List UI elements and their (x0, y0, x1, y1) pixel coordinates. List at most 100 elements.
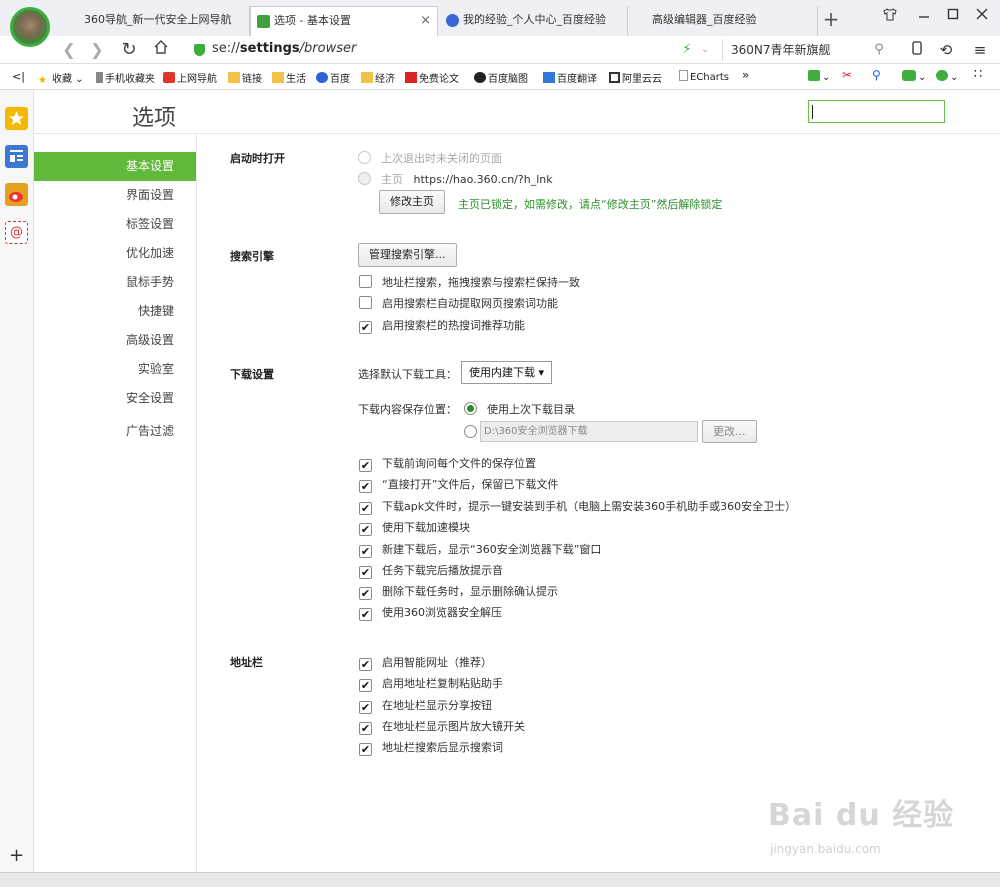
menu-item-advanced[interactable]: 高级设置 (34, 326, 196, 355)
tab-my-experience[interactable]: 我的经验_个人中心_百度经验 (440, 6, 628, 36)
checkbox-checked[interactable]: ✔ (359, 743, 372, 756)
bookmark-echarts[interactable]: ECharts (679, 70, 729, 83)
refresh-icon[interactable]: ↻ (118, 39, 140, 61)
download-tool-select[interactable]: 使用内建下载 ▾ (461, 361, 553, 384)
checkbox-row[interactable]: ✔ 在地址栏显示图片放大镜开关 (359, 718, 525, 735)
checkbox-row[interactable]: ✔ 启用搜索栏的热搜词推荐功能 (359, 317, 525, 334)
gamepad-icon[interactable]: ⌄ (902, 70, 926, 83)
close-icon[interactable]: × (420, 7, 431, 35)
checkbox-checked[interactable]: ✔ (359, 523, 372, 536)
checkbox-row[interactable]: ✔ 删除下载任务时，显示删除确认提示 (359, 583, 558, 600)
checkbox-row[interactable]: ✔ 使用360浏览器安全解压 (359, 604, 502, 621)
back-icon[interactable]: ❮ (58, 39, 80, 61)
options-search-input[interactable] (808, 100, 945, 123)
radio-last-session[interactable] (358, 151, 371, 164)
checkbox-checked[interactable]: ✔ (359, 722, 372, 735)
checkbox-checked[interactable]: ✔ (359, 459, 372, 472)
shirt-skin-icon[interactable] (880, 8, 900, 26)
email-icon[interactable]: @ (5, 221, 28, 244)
minimize-icon[interactable] (914, 8, 934, 26)
scissors-icon[interactable]: ✂ (842, 68, 852, 82)
checkbox-row[interactable]: ✔ 在地址栏显示分享按钮 (359, 697, 492, 714)
menu-item-interface[interactable]: 界面设置 (34, 181, 196, 210)
tab-360-nav[interactable]: 360导航_新一代安全上网导航 (60, 6, 250, 36)
checkbox-checked[interactable]: ✔ (359, 480, 372, 493)
checkbox-checked[interactable]: ✔ (359, 321, 372, 334)
checkbox-row[interactable]: 地址栏搜索，拖拽搜索与搜索栏保持一致 (359, 274, 580, 290)
tab-advanced-editor[interactable]: 高级编辑器_百度经验 (630, 6, 818, 36)
more-bookmarks-icon[interactable]: » (742, 68, 749, 82)
bookmark-favorites[interactable]: ★ 收藏 ⌄ (38, 70, 84, 86)
forward-icon[interactable]: ❯ (86, 39, 108, 61)
menu-icon[interactable]: ≡ (969, 39, 991, 61)
checkbox-row[interactable]: ✔ 启用智能网址（推荐） (359, 654, 492, 671)
bookmark-economy[interactable]: 经济 (361, 70, 395, 85)
shield-ext-icon[interactable]: ⌄ (936, 70, 958, 83)
checkbox-checked[interactable]: ✔ (359, 679, 372, 692)
change-dir-button[interactable]: 更改... (702, 420, 757, 443)
change-homepage-button[interactable]: 修改主页 (379, 190, 445, 214)
menu-item-optimize[interactable]: 优化加速 (34, 239, 196, 268)
radio-homepage[interactable] (358, 172, 371, 185)
menu-item-lab[interactable]: 实验室 (34, 355, 196, 384)
weibo-icon[interactable] (5, 183, 28, 206)
menu-item-tabs[interactable]: 标签设置 (34, 210, 196, 239)
translate-ext-icon[interactable]: ⌄ (808, 70, 830, 83)
checkbox-row[interactable]: 启用搜索栏自动提取网页搜索词功能 (359, 295, 558, 311)
menu-item-shortcuts[interactable]: 快捷键 (34, 297, 196, 326)
url-field[interactable]: se://settings/browser (212, 41, 356, 56)
bookmark-mindmap[interactable]: 百度脑图 (474, 70, 528, 85)
checkbox-checked[interactable]: ✔ (359, 608, 372, 621)
sidebar-toggle-icon[interactable]: <| (12, 70, 25, 83)
radio-button[interactable] (464, 425, 477, 438)
maximize-icon[interactable] (943, 8, 963, 26)
bookmark-life[interactable]: 生活 (272, 70, 306, 85)
startup-option-homepage[interactable]: 主页 https://hao.360.cn/?h_lnk (358, 171, 553, 187)
add-sidebar-icon[interactable]: + (9, 845, 24, 866)
bookmark-nav[interactable]: 上网导航 (163, 70, 217, 85)
bookmark-baidu[interactable]: 百度 (316, 70, 350, 85)
search-input[interactable]: 360N7青年新旗舰 (722, 39, 890, 61)
download-path-input[interactable]: D:\360安全浏览器下载 (480, 421, 698, 442)
chevron-down-icon[interactable]: ⌄ (694, 39, 716, 61)
menu-item-security[interactable]: 安全设置 (34, 384, 196, 413)
manage-search-engines-button[interactable]: 管理搜索引擎... (358, 243, 457, 267)
search-icon[interactable]: ⚲ (868, 39, 890, 61)
bookmark-mobile[interactable]: 手机收藏夹 (96, 70, 155, 85)
checkbox[interactable] (359, 275, 372, 288)
checkbox-row[interactable]: ✔ 下载apk文件时，提示一键安装到手机（电脑上需安装360手机助手或360安全卫… (359, 498, 796, 515)
bookmark-translate[interactable]: 百度翻译 (543, 70, 597, 85)
radio-last-dir[interactable] (464, 402, 477, 415)
search-ext-icon[interactable]: ⚲ (872, 68, 881, 82)
apps-grid-icon[interactable]: ∷ (974, 67, 982, 82)
checkbox[interactable] (359, 296, 372, 309)
checkbox-row[interactable]: ✔ 下载前询问每个文件的保存位置 (359, 455, 536, 472)
new-tab-button[interactable]: + (822, 6, 840, 34)
bookmark-aliyun[interactable]: 阿里云云 (609, 70, 662, 85)
checkbox-row[interactable]: ✔ “直接打开”文件后，保留已下载文件 (359, 476, 558, 493)
checkbox-checked[interactable]: ✔ (359, 587, 372, 600)
favorites-star-icon[interactable] (5, 107, 28, 130)
checkbox-checked[interactable]: ✔ (359, 566, 372, 579)
checkbox-row[interactable]: ✔ 使用下载加速模块 (359, 519, 470, 536)
checkbox-row[interactable]: ✔ 任务下载完后播放提示音 (359, 562, 503, 579)
phone-icon[interactable] (906, 39, 928, 61)
menu-item-adblock[interactable]: 广告过滤 (34, 417, 196, 446)
menu-item-basic[interactable]: 基本设置 (34, 152, 196, 181)
tab-settings[interactable]: 选项 - 基本设置 × (250, 6, 438, 36)
checkbox-row[interactable]: ✔ 新建下载后，显示“360安全浏览器下载”窗口 (359, 541, 601, 558)
bookmark-papers[interactable]: 免费论文 (405, 70, 459, 85)
close-window-icon[interactable] (972, 8, 992, 26)
startup-option-last-session[interactable]: 上次退出时未关闭的页面 (358, 150, 502, 166)
checkbox-checked[interactable]: ✔ (359, 658, 372, 671)
undo-icon[interactable]: ⟲ (935, 39, 957, 61)
menu-item-gestures[interactable]: 鼠标手势 (34, 268, 196, 297)
checkbox-row[interactable]: ✔ 地址栏搜索后显示搜索词 (359, 739, 503, 756)
checkbox-row[interactable]: ✔ 启用地址栏复制粘贴助手 (359, 675, 503, 692)
bookmark-links[interactable]: 链接 (228, 70, 262, 85)
checkbox-checked[interactable]: ✔ (359, 502, 372, 515)
browser-logo[interactable] (10, 7, 50, 47)
home-icon[interactable] (150, 39, 172, 61)
checkbox-checked[interactable]: ✔ (359, 545, 372, 558)
reader-icon[interactable] (5, 145, 28, 168)
